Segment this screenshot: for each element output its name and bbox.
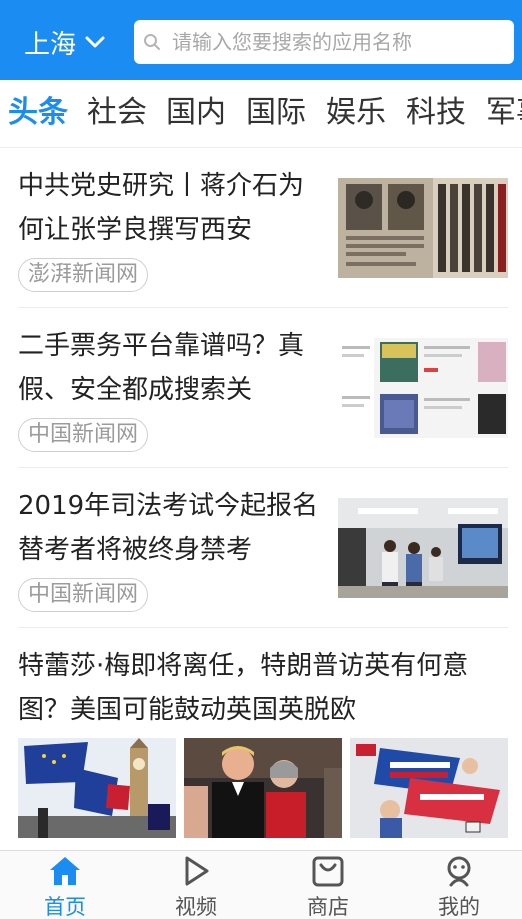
- news-source: 中国新闻网: [18, 418, 149, 452]
- bottom-navigation: 首页 视频 商店 我的: [0, 850, 522, 919]
- nav-video-label: 视频: [175, 895, 217, 919]
- nav-video[interactable]: 视频: [131, 851, 261, 919]
- nav-store[interactable]: 商店: [263, 851, 393, 919]
- tab-domestic[interactable]: 国内: [166, 90, 226, 136]
- home-icon: [50, 857, 80, 885]
- news-thumbnail-group: [18, 738, 508, 838]
- video-play-icon: [185, 856, 209, 886]
- news-thumbnail: [338, 498, 508, 598]
- search-icon: [144, 34, 160, 50]
- nav-home[interactable]: 首页: [0, 851, 130, 919]
- newspaper-archive-image: [338, 178, 508, 278]
- news-item[interactable]: 二手票务平台靠谱吗？真假、安全都成搜索关 中国新闻网: [18, 308, 508, 468]
- trump-may-image: [184, 738, 342, 838]
- profile-icon: [447, 856, 471, 887]
- top-header: 上海: [0, 0, 522, 80]
- city-selector[interactable]: 上海: [24, 22, 106, 62]
- exam-room-image: [338, 498, 508, 598]
- tab-society[interactable]: 社会: [87, 90, 147, 136]
- tab-entertainment[interactable]: 娱乐: [326, 90, 386, 136]
- news-thumbnail: [338, 178, 508, 278]
- tab-military[interactable]: 军事: [486, 90, 522, 136]
- search-input[interactable]: [172, 22, 502, 62]
- news-item[interactable]: 中共党史研究丨蒋介石为何让张学良撰写西安 澎湃新闻网: [18, 148, 508, 308]
- nav-store-label: 商店: [307, 895, 349, 919]
- tab-headlines[interactable]: 头条: [8, 90, 68, 136]
- tab-technology[interactable]: 科技: [406, 90, 466, 136]
- ticket-app-image: [338, 338, 508, 438]
- eu-flags-big-ben-image: [18, 738, 176, 838]
- news-thumbnail: [18, 738, 176, 838]
- store-bag-icon: [312, 856, 344, 887]
- nav-profile[interactable]: 我的: [394, 851, 522, 919]
- nav-profile-label: 我的: [438, 895, 480, 919]
- news-feed: 中共党史研究丨蒋介石为何让张学良撰写西安 澎湃新闻网 二手票务平台靠谱吗？真假、…: [0, 148, 522, 850]
- news-thumbnail: [350, 738, 508, 838]
- news-thumbnail: [338, 338, 508, 438]
- news-title: 特蕾莎·梅即将离任，特朗普访英有何意图？美国可能鼓动英国英脱欧: [18, 651, 469, 725]
- nav-home-label: 首页: [44, 895, 86, 919]
- search-bar[interactable]: [134, 20, 514, 64]
- news-source: 澎湃新闻网: [18, 258, 149, 292]
- news-title: 中共党史研究丨蒋介石为何让张学良撰写西安: [18, 171, 305, 245]
- brexit-cartoon-image: [350, 738, 508, 838]
- news-item[interactable]: 2019年司法考试今起报名 替考者将被终身禁考 中国新闻网: [18, 468, 508, 628]
- news-item[interactable]: 特蕾莎·梅即将离任，特朗普访英有何意图？美国可能鼓动英国英脱欧: [18, 628, 508, 850]
- news-source: 中国新闻网: [18, 578, 149, 612]
- chevron-down-icon: [85, 36, 105, 48]
- news-title: 2019年司法考试今起报名 替考者将被终身禁考: [18, 491, 319, 565]
- city-label: 上海: [24, 29, 77, 60]
- news-thumbnail: [184, 738, 342, 838]
- category-tabs: 头条 社会 国内 国际 娱乐 科技 军事: [0, 80, 522, 148]
- tab-international[interactable]: 国际: [246, 90, 306, 136]
- news-title: 二手票务平台靠谱吗？真假、安全都成搜索关: [18, 331, 305, 405]
